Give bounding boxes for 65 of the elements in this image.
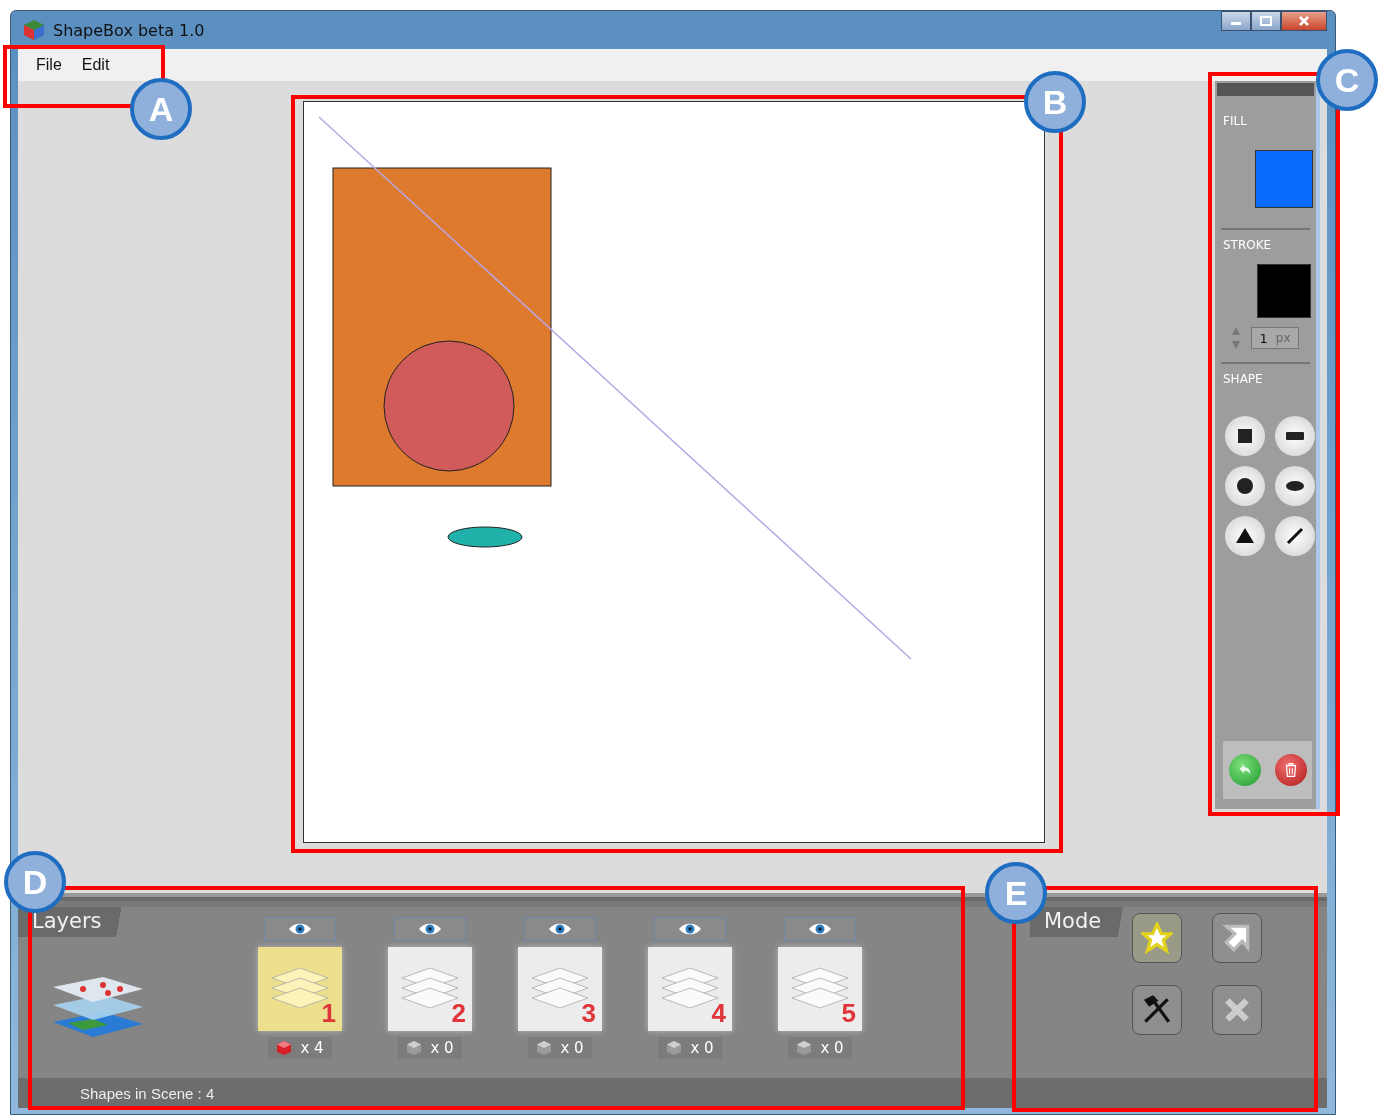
cube-icon bbox=[536, 1040, 553, 1056]
triangle-tool-button[interactable] bbox=[1225, 516, 1265, 556]
fill-color-swatch[interactable] bbox=[1255, 150, 1313, 208]
tools-icon bbox=[1141, 994, 1173, 1026]
cube-icon bbox=[276, 1040, 293, 1056]
cube-icon bbox=[23, 19, 45, 41]
rect-tool-button[interactable] bbox=[1275, 416, 1315, 456]
shape-count: x 0 bbox=[430, 1039, 454, 1057]
layer-tile[interactable]: 4 bbox=[648, 947, 732, 1031]
layer-number: 1 bbox=[321, 998, 336, 1029]
star-icon bbox=[1141, 922, 1173, 954]
minimize-button[interactable] bbox=[1221, 11, 1251, 31]
fill-label: FILL bbox=[1223, 114, 1248, 128]
stroke-label: STROKE bbox=[1223, 238, 1273, 252]
cube-icon bbox=[666, 1040, 683, 1056]
cube-icon bbox=[796, 1040, 813, 1056]
close-icon bbox=[1298, 16, 1310, 26]
visibility-toggle[interactable] bbox=[394, 917, 466, 941]
cube-icon bbox=[406, 1040, 423, 1056]
layer-number: 5 bbox=[841, 998, 856, 1029]
layer-tile[interactable]: 1 bbox=[258, 947, 342, 1031]
star-mode-button[interactable] bbox=[1132, 913, 1182, 963]
line-icon bbox=[1285, 526, 1305, 546]
shape-count: x 0 bbox=[820, 1039, 844, 1057]
layer-tile[interactable]: 2 bbox=[388, 947, 472, 1031]
eye-icon bbox=[678, 922, 702, 936]
maximize-button[interactable] bbox=[1251, 11, 1281, 31]
line-tool-button[interactable] bbox=[1275, 516, 1315, 556]
layer-number: 4 bbox=[711, 998, 726, 1029]
circle-icon bbox=[1235, 476, 1255, 496]
eye-icon bbox=[418, 922, 442, 936]
delete-button[interactable] bbox=[1274, 754, 1307, 786]
close-button[interactable] bbox=[1281, 11, 1327, 31]
visibility-toggle[interactable] bbox=[784, 917, 856, 941]
status-text: Shapes in Scene : 4 bbox=[80, 1084, 215, 1102]
visibility-toggle[interactable] bbox=[654, 917, 726, 941]
visibility-toggle[interactable] bbox=[524, 917, 596, 941]
layer-tile[interactable]: 5 bbox=[778, 947, 862, 1031]
triangle-icon bbox=[1235, 526, 1255, 546]
arrow-mode-button[interactable] bbox=[1212, 913, 1262, 963]
shape-count: x 0 bbox=[690, 1039, 714, 1057]
ellipse-tool-button[interactable] bbox=[1275, 466, 1315, 506]
shape-count: x 0 bbox=[560, 1039, 584, 1057]
visibility-toggle[interactable] bbox=[264, 917, 336, 941]
stroke-color-swatch[interactable] bbox=[1257, 264, 1311, 318]
menu-item[interactable]: Edit bbox=[73, 54, 118, 76]
stroke-width-field[interactable]: 1 px bbox=[1251, 327, 1299, 349]
callout-badge: C bbox=[1316, 49, 1378, 111]
eye-icon bbox=[808, 922, 832, 936]
square-icon bbox=[1235, 426, 1255, 446]
layer-number: 2 bbox=[451, 998, 466, 1029]
shape-count: x 4 bbox=[300, 1039, 324, 1057]
maximize-icon bbox=[1260, 16, 1272, 26]
eye-icon bbox=[548, 922, 572, 936]
square-tool-button[interactable] bbox=[1225, 416, 1265, 456]
layer-tile[interactable]: 3 bbox=[518, 947, 602, 1031]
cross-mode-button[interactable] bbox=[1212, 985, 1262, 1035]
shape-label: SHAPE bbox=[1223, 372, 1264, 386]
menu-item[interactable]: File bbox=[28, 54, 70, 76]
window-title: ShapeBox beta 1.0 bbox=[53, 20, 205, 40]
eye-icon bbox=[288, 922, 312, 936]
tools-mode-button[interactable] bbox=[1132, 985, 1182, 1035]
undo-button[interactable] bbox=[1228, 754, 1261, 786]
circle-tool-button[interactable] bbox=[1225, 466, 1265, 506]
layer-number: 3 bbox=[581, 998, 596, 1029]
